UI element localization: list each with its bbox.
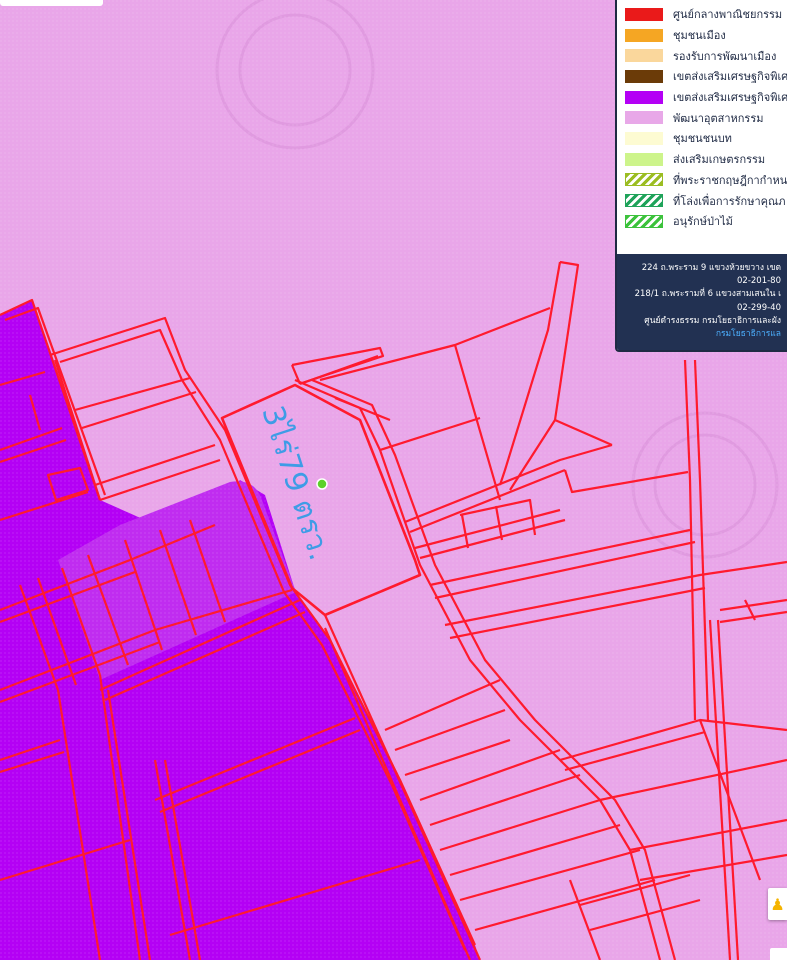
legend-item: พัฒนาอุตสาหกรรม	[625, 107, 787, 128]
legend-swatch	[625, 131, 663, 145]
legend-swatch	[625, 111, 663, 125]
legend-label: อนุรักษ์ป่าไม้	[673, 215, 733, 229]
legend-item: ชุมชนเมือง	[625, 25, 787, 46]
map-control-top[interactable]	[0, 0, 103, 6]
legend-swatch	[625, 28, 663, 42]
legend-list: ศูนย์กลางพาณิชยกรรมชุมชนเมืองรองรับการพั…	[617, 0, 787, 232]
legend-swatch	[625, 152, 663, 166]
legend-swatch	[625, 173, 663, 187]
legend-swatch	[625, 7, 663, 21]
footer-phone-1: 02-201-80	[737, 276, 781, 287]
legend-label: รองรับการพัฒนาเมือง	[673, 49, 777, 63]
legend-item: เขตส่งเสริมเศรษฐกิจพิเศษ	[625, 66, 787, 87]
legend-item: ที่โล่งเพื่อการรักษาคุณภ	[625, 190, 787, 211]
footer-link[interactable]: กรมโยธาธิการแล	[617, 328, 781, 341]
location-pin-icon[interactable]	[316, 478, 328, 490]
footer-address-2: 218/1 ถ.พระรามที่ 6 แขวงสามเสนใน เ	[634, 289, 781, 300]
legend-label: ที่โล่งเพื่อการรักษาคุณภ	[673, 194, 786, 208]
legend-swatch	[625, 194, 663, 208]
legend-swatch	[625, 90, 663, 104]
legend-swatch	[625, 49, 663, 63]
legend-item: ที่พระราชกฤษฎีกากำหน	[625, 170, 787, 191]
legend-item: รองรับการพัฒนาเมือง	[625, 45, 787, 66]
legend-label: เขตส่งเสริมเศรษฐกิจพิเศษ	[673, 91, 787, 105]
legend-swatch	[625, 69, 663, 83]
zoning-legend: ศูนย์กลางพาณิชยกรรมชุมชนเมืองรองรับการพั…	[615, 0, 787, 352]
legend-footer: 224 ถ.พระราม 9 แขวงห้วยขวาง เขต 02-201-8…	[617, 254, 787, 350]
legend-label: ศูนย์กลางพาณิชยกรรม	[673, 8, 783, 22]
legend-label: ชุมชนชนบท	[673, 132, 732, 146]
footer-phone-2: 02-299-40	[737, 302, 781, 313]
legend-swatch	[625, 214, 663, 228]
legend-label: ชุมชนเมือง	[673, 29, 726, 43]
legend-item: อนุรักษ์ป่าไม้	[625, 211, 787, 232]
street-view-button[interactable]: ♟	[768, 888, 787, 920]
footer-center: ศูนย์ดำรงธรรม กรมโยธาธิการและผัง	[644, 315, 781, 326]
legend-label: พัฒนาอุตสาหกรรม	[673, 111, 764, 125]
footer-address-1: 224 ถ.พระราม 9 แขวงห้วยขวาง เขต	[641, 263, 781, 273]
map-control-bottom[interactable]	[770, 948, 787, 960]
legend-label: ส่งเสริมเกษตรกรรม	[673, 153, 766, 167]
legend-label: ที่พระราชกฤษฎีกากำหน	[673, 173, 787, 187]
legend-label: เขตส่งเสริมเศรษฐกิจพิเศษ	[673, 70, 787, 84]
legend-item: ศูนย์กลางพาณิชยกรรม	[625, 4, 787, 25]
legend-item: เขตส่งเสริมเศรษฐกิจพิเศษ	[625, 87, 787, 108]
legend-item: ส่งเสริมเกษตรกรรม	[625, 149, 787, 170]
pegman-icon: ♟	[770, 894, 785, 914]
legend-item: ชุมชนชนบท	[625, 128, 787, 149]
